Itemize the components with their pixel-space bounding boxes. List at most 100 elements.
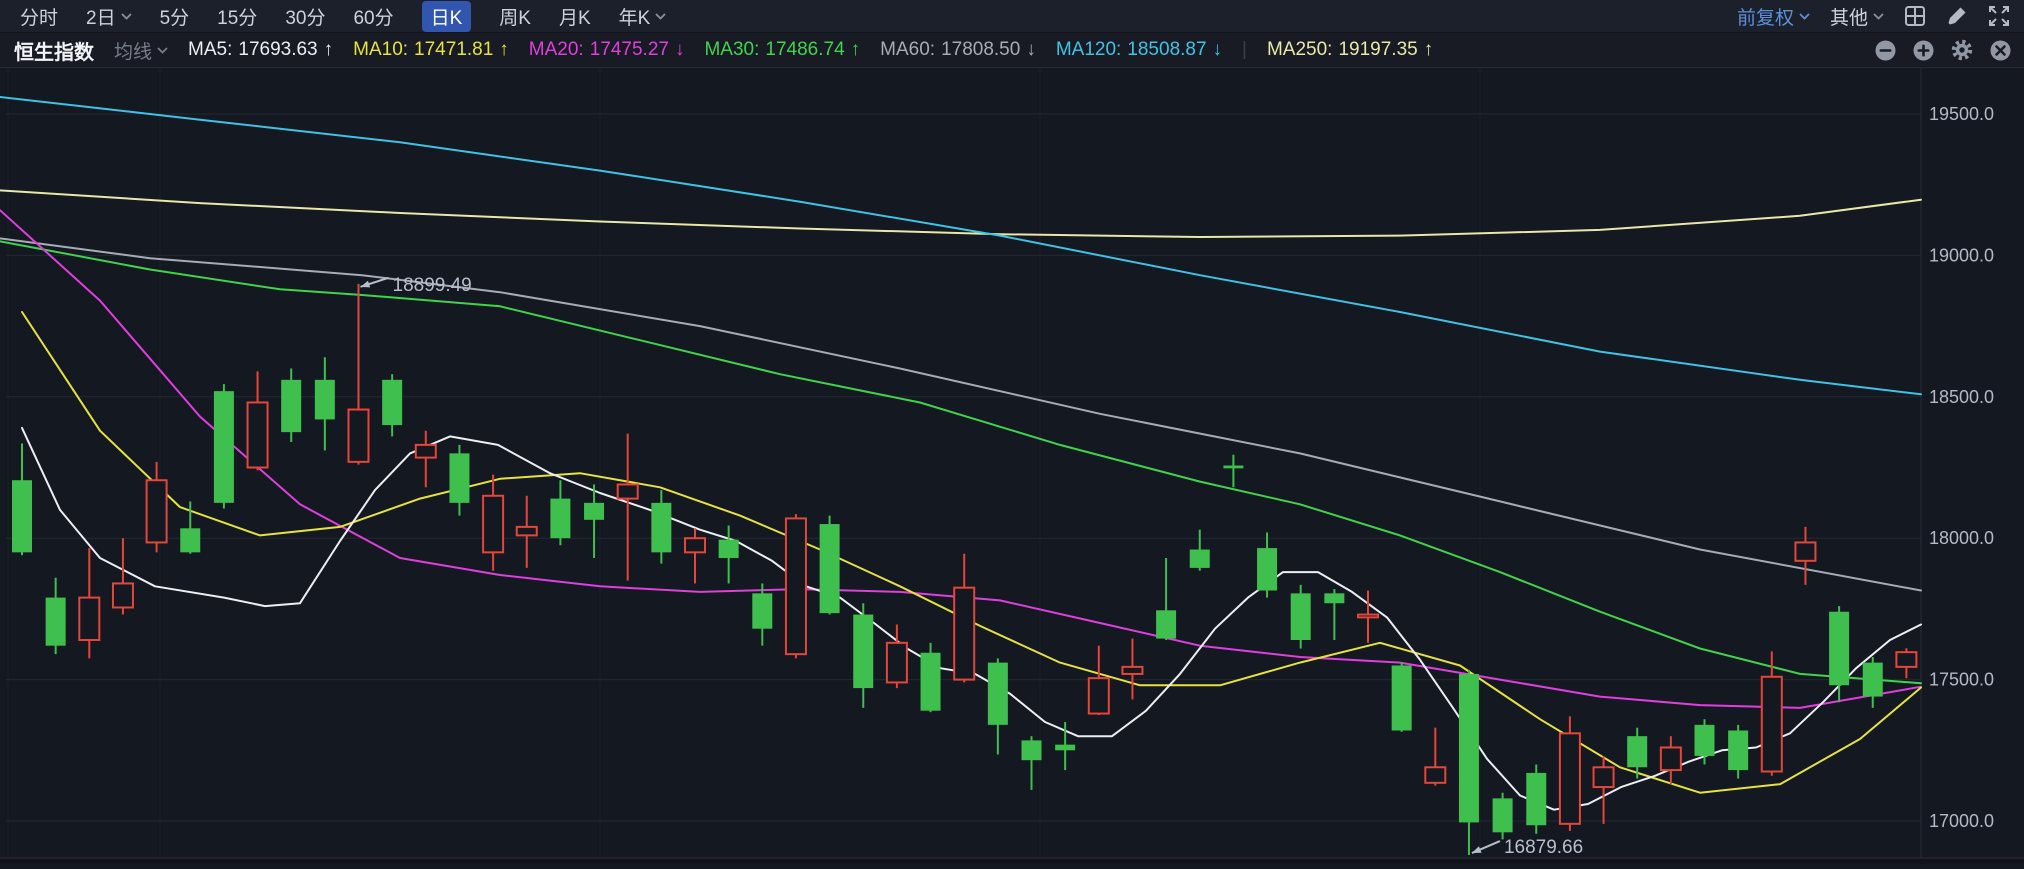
candle-body	[1829, 612, 1849, 686]
y-axis-label: 17000.0	[1929, 811, 1994, 831]
ma30-legend: MA30:17486.74↑	[704, 39, 860, 61]
candle-body	[618, 484, 638, 498]
y-axis-label: 18500.0	[1929, 387, 1994, 407]
candle-body	[1896, 652, 1916, 667]
candle-body	[1459, 674, 1479, 822]
price-annotation: 18899.49	[393, 275, 472, 296]
tab-weekly-k[interactable]: 周K	[499, 3, 531, 30]
candle-body	[1560, 733, 1580, 823]
ma-line-ma120	[0, 97, 1921, 394]
tab-15min[interactable]: 15分	[217, 3, 257, 30]
candle-body	[887, 643, 907, 683]
candle-body	[752, 593, 772, 628]
ma10-legend: MA10:17471.81↑	[353, 39, 509, 61]
candle-body	[1358, 615, 1378, 618]
tab-2day[interactable]: 2日	[86, 3, 132, 30]
period-tabs: 分时 2日 5分 15分 30分 60分 日K 周K 月K 年K	[20, 1, 666, 32]
candle-body	[1257, 548, 1277, 590]
candle-body	[1762, 677, 1782, 772]
tab-yearly-k[interactable]: 年K	[619, 3, 667, 30]
expand-icon[interactable]	[1988, 5, 2010, 27]
candle-body	[954, 588, 974, 680]
candle-body	[550, 499, 570, 539]
down-arrow: ↓	[1026, 39, 1036, 61]
candle-body	[180, 528, 200, 552]
candle-body	[1526, 773, 1546, 825]
candle-body	[517, 527, 537, 535]
candle-body	[685, 538, 705, 552]
candle-body	[584, 503, 604, 520]
ma20-legend: MA20:17475.27↓	[529, 39, 685, 61]
down-arrow: ↓	[675, 39, 685, 61]
candle-body	[1627, 736, 1647, 767]
plus-circle-icon[interactable]	[1912, 39, 1935, 62]
candle-body	[1493, 798, 1513, 832]
tab-30min[interactable]: 30分	[285, 3, 325, 30]
up-arrow: ↑	[851, 39, 861, 61]
y-axis-label: 19000.0	[1929, 245, 1994, 265]
minus-circle-icon[interactable]	[1874, 39, 1897, 62]
candle-body	[483, 496, 503, 553]
tab-5min[interactable]: 5分	[160, 3, 190, 30]
grid-icon[interactable]	[1904, 5, 1926, 27]
candle-body	[12, 480, 32, 552]
gear-icon[interactable]	[1950, 38, 1974, 62]
chevron-down-icon	[1873, 13, 1884, 20]
candle-body	[853, 615, 873, 689]
chevron-down-icon	[1799, 13, 1810, 20]
candle-body	[449, 453, 469, 502]
candle-body	[79, 598, 99, 640]
ma5-legend: MA5:17693.63↑	[188, 39, 333, 61]
symbol-title: 恒生指数	[14, 36, 94, 65]
candle-body	[921, 653, 941, 711]
candle-body	[1695, 725, 1715, 756]
chevron-down-icon	[121, 13, 132, 20]
candle-body	[416, 445, 436, 458]
candle-body	[1055, 745, 1075, 751]
y-axis-label: 19500.0	[1929, 104, 1994, 124]
candle-body	[382, 380, 402, 425]
candle-body	[147, 480, 167, 542]
candle-body	[1190, 550, 1210, 568]
candle-body	[1661, 747, 1681, 770]
tab-monthly-k[interactable]: 月K	[559, 3, 591, 30]
candle-body	[1022, 740, 1042, 760]
ma250-legend: MA250:19197.35↑	[1267, 39, 1433, 61]
candle-body	[820, 524, 840, 613]
tab-60min[interactable]: 60分	[353, 3, 393, 30]
candle-body	[248, 402, 268, 467]
other-dropdown[interactable]: 其他	[1830, 3, 1884, 30]
top-toolbar: 分时 2日 5分 15分 30分 60分 日K 周K 月K 年K 前复权 其他	[0, 0, 2024, 33]
close-circle-icon[interactable]	[1989, 39, 2012, 62]
candle-body	[113, 583, 133, 607]
candle-body	[651, 503, 671, 552]
candle-body	[1728, 731, 1748, 771]
candle-body	[349, 410, 369, 462]
brush-icon[interactable]	[1946, 5, 1968, 27]
candle-body	[315, 380, 335, 420]
adjust-mode-dropdown[interactable]: 前复权	[1737, 3, 1810, 30]
y-axis-label: 17500.0	[1929, 670, 1994, 690]
candle-body	[1594, 767, 1614, 787]
y-axis-label: 18000.0	[1929, 528, 1994, 548]
up-arrow: ↑	[1424, 39, 1434, 61]
candle-body	[1863, 663, 1883, 697]
tab-timeline[interactable]: 分时	[20, 3, 58, 30]
candle-body	[1122, 667, 1142, 674]
candle-body	[1156, 610, 1176, 638]
up-arrow: ↑	[324, 39, 334, 61]
ma-selector-dropdown[interactable]: 均线	[114, 37, 168, 64]
candle-body	[1425, 767, 1445, 783]
chevron-down-icon	[655, 13, 666, 20]
candlestick-chart[interactable]: 19500.0 19000.0 18500.0 18000.0 17500.0 17000…	[0, 68, 2024, 864]
annotation-arrowhead	[361, 281, 371, 288]
candle-body	[1089, 678, 1109, 713]
candle-body	[46, 598, 66, 646]
tab-daily-k[interactable]: 日K	[422, 1, 472, 32]
down-arrow: ↓	[1213, 39, 1223, 61]
candle-body	[1392, 665, 1412, 730]
candle-body	[1795, 542, 1815, 560]
candle-body	[1223, 466, 1243, 469]
ma120-legend: MA120:18508.87↓	[1056, 39, 1222, 61]
candle-body	[988, 663, 1008, 725]
